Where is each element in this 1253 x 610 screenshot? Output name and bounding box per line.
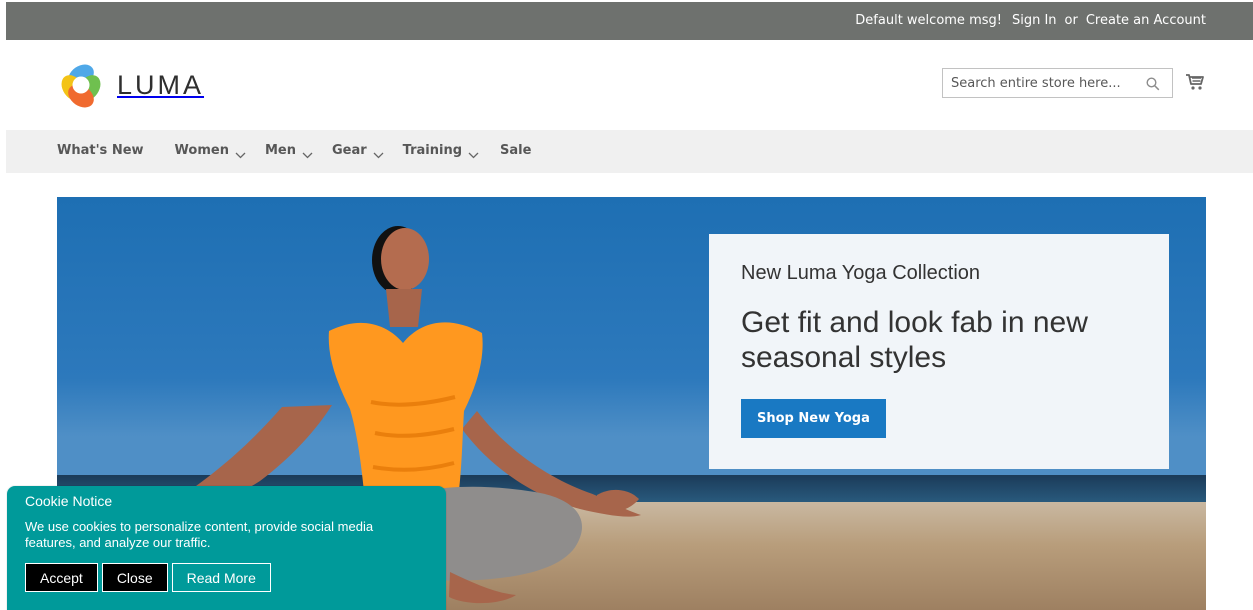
navigation-menu: What's New Women Men Gear Training Sale xyxy=(57,143,531,159)
account-separator: or xyxy=(1064,13,1078,28)
nav-item-sale[interactable]: Sale xyxy=(500,143,531,158)
luma-logo-link[interactable]: LUMA xyxy=(57,61,204,109)
search-input[interactable] xyxy=(943,69,1138,97)
cookie-notice-text: We use cookies to personalize content, p… xyxy=(25,519,374,550)
chevron-down-icon xyxy=(235,148,246,159)
welcome-message: Default welcome msg! xyxy=(855,13,1002,28)
sign-in-link[interactable]: Sign In xyxy=(1012,13,1057,28)
nav-item-gear[interactable]: Gear xyxy=(331,143,384,159)
nav-label: Men xyxy=(264,143,296,158)
cookie-actions: Accept Close Read More xyxy=(25,563,271,592)
promo-title: Get fit and look fab in new seasonal sty… xyxy=(741,306,1088,374)
nav-item-women[interactable]: Women xyxy=(174,143,246,159)
create-account-link[interactable]: Create an Account xyxy=(1086,13,1206,28)
main-navigation: What's New Women Men Gear Training Sale xyxy=(6,130,1253,173)
yoga-promo-card: New Luma Yoga Collection Get fit and loo… xyxy=(709,234,1169,469)
chevron-down-icon xyxy=(373,148,384,159)
promo-kicker: New Luma Yoga Collection xyxy=(741,262,981,284)
cookie-notice-title: Cookie Notice xyxy=(25,493,113,509)
nav-label: What's New xyxy=(57,143,144,158)
read-more-cookie-button[interactable]: Read More xyxy=(171,563,271,592)
shop-new-yoga-button[interactable]: Shop New Yoga xyxy=(741,399,886,438)
nav-item-men[interactable]: Men xyxy=(264,143,313,159)
top-welcome-bar: Default welcome msg! Sign In or Create a… xyxy=(6,2,1253,40)
chevron-down-icon xyxy=(468,148,479,159)
store-search xyxy=(942,68,1173,98)
nav-label: Gear xyxy=(331,143,367,158)
site-header: LUMA xyxy=(0,40,1253,130)
accept-cookies-button[interactable]: Accept xyxy=(25,563,98,592)
account-links: Default welcome msg! Sign In or Create a… xyxy=(855,13,1206,28)
nav-label: Women xyxy=(174,143,229,158)
nav-item-training[interactable]: Training xyxy=(402,143,479,159)
nav-item-whats-new[interactable]: What's New xyxy=(57,143,144,158)
cart-icon[interactable] xyxy=(1185,73,1205,91)
search-icon[interactable] xyxy=(1146,76,1160,91)
brand-name: LUMA xyxy=(117,69,205,100)
close-cookie-notice-button[interactable]: Close xyxy=(101,563,168,592)
nav-label: Sale xyxy=(500,143,532,158)
nav-label: Training xyxy=(402,143,463,158)
luma-home-page: Default welcome msg! Sign In or Create a… xyxy=(0,0,1253,610)
cookie-notice: Cookie Notice We use cookies to personal… xyxy=(7,486,446,610)
chevron-down-icon xyxy=(302,148,313,159)
luma-logo-icon xyxy=(57,61,105,109)
